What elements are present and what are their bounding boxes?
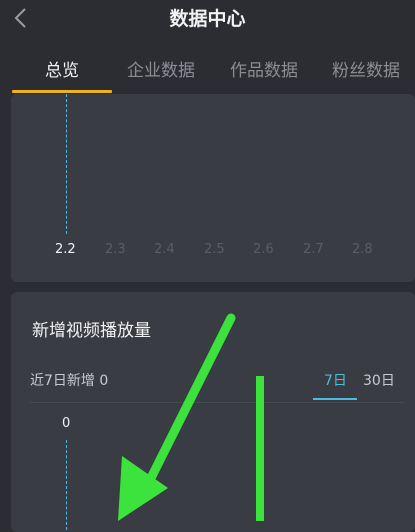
range-30d-button[interactable]: 30日 [363, 370, 395, 390]
divider [30, 402, 404, 403]
tab-enterprise-data[interactable]: 企业数据 [127, 56, 195, 81]
x-tick[interactable]: 2.5 [204, 242, 225, 257]
card-title: 新增视频播放量 [32, 321, 151, 341]
range-7d-button[interactable]: 7日 [324, 370, 347, 390]
summary-text: 近7日新增 0 [30, 373, 109, 389]
x-tick[interactable]: 2.6 [253, 242, 274, 257]
tab-works-data[interactable]: 作品数据 [230, 56, 298, 81]
x-tick[interactable]: 2.7 [303, 242, 324, 257]
x-tick[interactable]: 2.2 [55, 242, 76, 257]
selected-value-label: 0 [62, 416, 71, 431]
chart-card-previous: 2.2 2.3 2.4 2.5 2.6 2.7 2.8 [11, 94, 415, 282]
app-header: 数据中心 [0, 0, 415, 38]
active-tab-indicator [12, 90, 112, 93]
page-title: 数据中心 [169, 8, 246, 30]
active-range-indicator [313, 398, 357, 400]
x-tick[interactable]: 2.4 [154, 242, 175, 257]
video-plays-card: 新增视频播放量 近7日新增 0 7日 30日 0 [11, 292, 415, 532]
selection-guide-line [66, 440, 67, 530]
selection-guide-line [66, 94, 67, 234]
x-tick[interactable]: 2.3 [105, 242, 126, 257]
tab-overview[interactable]: 总览 [45, 56, 79, 81]
x-tick[interactable]: 2.8 [352, 242, 373, 257]
tab-fans-data[interactable]: 粉丝数据 [332, 56, 400, 81]
tab-bar: 总览 企业数据 作品数据 粉丝数据 [0, 44, 415, 94]
